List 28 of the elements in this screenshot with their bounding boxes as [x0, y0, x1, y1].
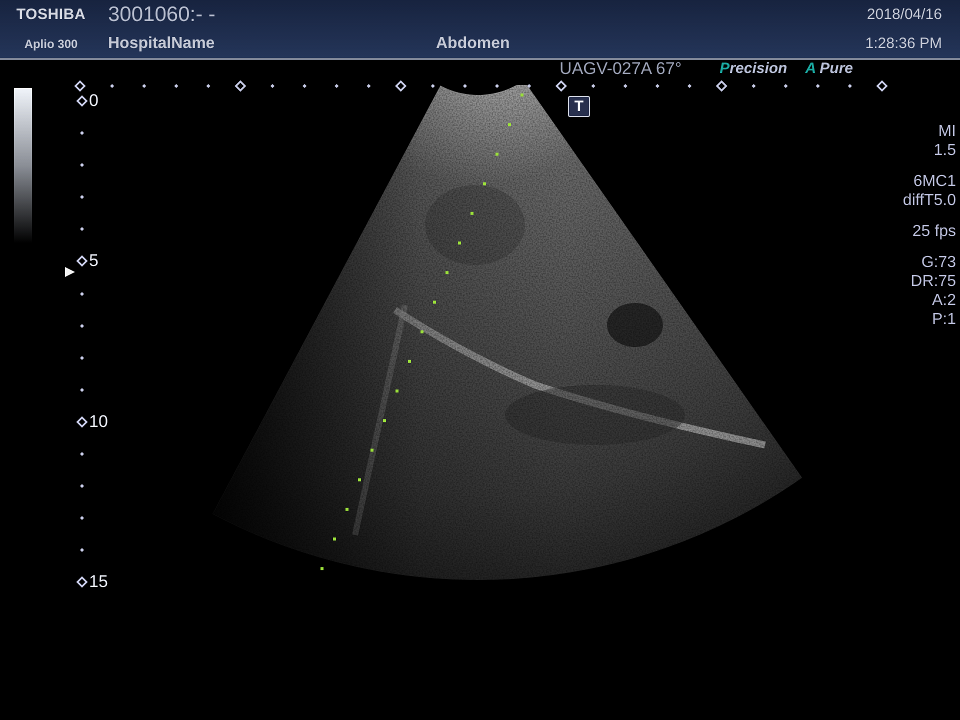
parameter-value: DR:75 — [910, 272, 956, 291]
depth-label: 5 — [89, 255, 98, 268]
exam-time: 1:28:36 PM — [865, 35, 942, 52]
probe-info: UAGV-027A 67° — [560, 58, 682, 78]
exam-date: 2018/04/16 — [866, 6, 942, 23]
diamond-icon — [76, 255, 88, 268]
precision-logo: Precision — [720, 60, 788, 77]
model-name: Aplio 300 — [24, 36, 78, 50]
diamond-icon — [76, 416, 88, 428]
parameter-value: 25 fps — [912, 222, 956, 241]
parameter-value: diffT5.0 — [902, 191, 956, 210]
parameter-value: 6MC1 — [913, 172, 956, 191]
depth-label: 0 — [89, 95, 98, 107]
hospital-name: HospitalName — [108, 34, 216, 52]
parameter-value: 1.5 — [934, 141, 956, 160]
parameter-value: P:1 — [932, 310, 956, 329]
apure-logo: A Pure — [805, 60, 853, 77]
depth-label: 10 — [89, 416, 108, 428]
parameter-value: A:2 — [932, 291, 956, 310]
brand-name: TOSHIBA — [16, 6, 86, 23]
patient-id: 3001060:- - — [107, 2, 216, 26]
parameter-value: G:73 — [921, 253, 956, 272]
diamond-icon — [76, 576, 88, 588]
parameter-value: MI — [938, 122, 956, 141]
exam-type: Abdomen — [436, 34, 511, 52]
depth-label: 15 — [89, 576, 108, 588]
transducer-mark: T — [568, 96, 590, 117]
diamond-icon — [76, 95, 88, 107]
